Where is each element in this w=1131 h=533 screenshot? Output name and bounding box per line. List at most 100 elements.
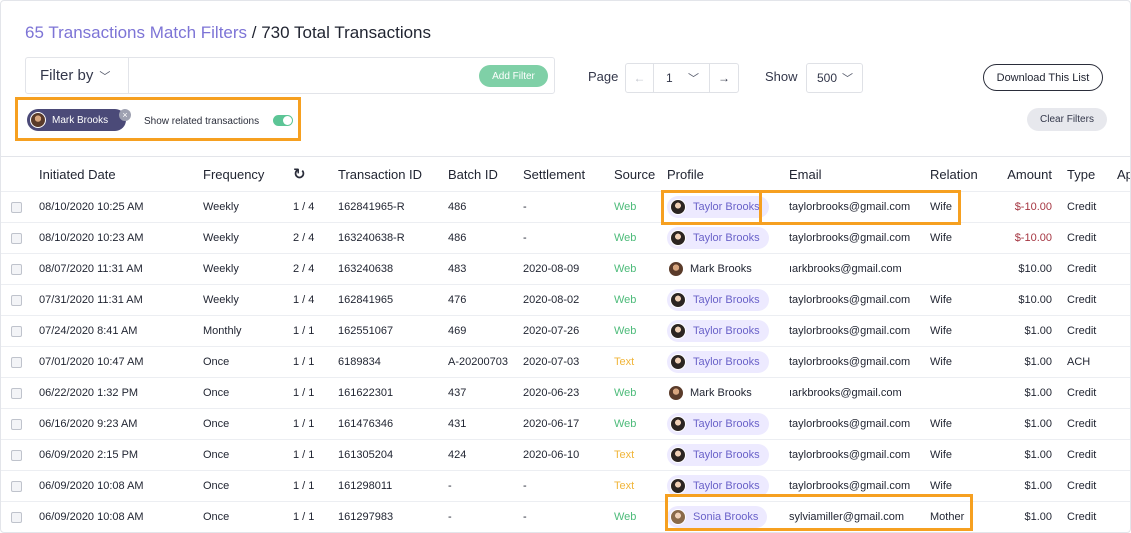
profile-pill[interactable]: Taylor Brooks (667, 413, 769, 435)
previous-page-button[interactable]: ← (626, 64, 654, 92)
cell-type: Credit (1067, 294, 1097, 306)
row-checkbox[interactable] (11, 232, 22, 244)
column-header-date[interactable]: Initiated Date (39, 157, 199, 191)
show-related-toggle[interactable] (273, 115, 293, 126)
profile-pill[interactable]: Taylor Brooks (667, 320, 769, 342)
table-row[interactable]: 06/09/2020 10:08 AM Once 1 / 1 161298011 - - T… (1, 471, 1130, 502)
cell-date: 08/07/2020 11:31 AM (39, 263, 143, 275)
profile-name[interactable]: Mark Brooks (667, 261, 752, 277)
row-checkbox-cell[interactable] (11, 440, 25, 470)
profile-pill[interactable]: Taylor Brooks (667, 351, 769, 373)
row-checkbox[interactable] (11, 201, 22, 213)
cell-iteration: 1 / 4 (293, 201, 315, 213)
clear-filters-button[interactable]: Clear Filters (1027, 108, 1107, 131)
row-checkbox-cell[interactable] (11, 254, 25, 284)
cell-relation: Wife (930, 449, 952, 461)
profile-pill[interactable]: Taylor Brooks (667, 475, 769, 497)
row-checkbox[interactable] (11, 356, 22, 368)
row-checkbox-cell[interactable] (11, 502, 25, 532)
profile-name[interactable]: Mark Brooks (667, 385, 752, 401)
row-checkbox-cell[interactable] (11, 471, 25, 501)
page-size-select[interactable]: 500 ﹀ (806, 63, 863, 93)
row-checkbox[interactable] (11, 387, 22, 399)
cell-batch-id: A-20200703 (448, 356, 508, 368)
row-checkbox[interactable] (11, 263, 22, 275)
column-header-email[interactable]: Email (789, 157, 927, 191)
filter-bar[interactable]: Filter by ﹀ Add Filter (25, 57, 555, 94)
cell-profile[interactable]: Sonia Brooks (667, 502, 785, 532)
table-row[interactable]: 08/10/2020 10:25 AM Weekly 1 / 4 162841965-… (1, 192, 1130, 223)
table-row[interactable]: 07/24/2020 8:41 AM Monthly 1 / 1 162551067 4… (1, 316, 1130, 347)
table-row[interactable]: 08/10/2020 10:23 AM Weekly 2 / 4 163240638-… (1, 223, 1130, 254)
row-checkbox-cell[interactable] (11, 347, 25, 377)
row-checkbox-cell[interactable] (11, 409, 25, 439)
cell-settlement: 2020-07-26 (523, 325, 580, 337)
profile-label: Taylor Brooks (693, 449, 760, 461)
cell-type: Credit (1067, 387, 1097, 399)
row-checkbox-cell[interactable] (11, 285, 25, 315)
row-checkbox-cell[interactable] (11, 378, 25, 408)
row-checkbox[interactable] (11, 480, 22, 492)
cell-relation (930, 378, 990, 408)
cell-iteration: 1 / 1 (293, 418, 315, 430)
column-header-transaction-id[interactable]: Transaction ID (338, 157, 443, 191)
cell-transaction-id: 161476346 (338, 418, 394, 430)
row-checkbox[interactable] (11, 325, 22, 337)
cell-profile[interactable]: Taylor Brooks (667, 192, 785, 222)
column-header-frequency[interactable]: Frequency (203, 157, 283, 191)
table-row[interactable]: 08/07/2020 11:31 AM Weekly 2 / 4 163240638 4… (1, 254, 1130, 285)
column-header-relation[interactable]: Relation (930, 157, 990, 191)
table-row[interactable]: 06/16/2020 9:23 AM Once 1 / 1 161476346 431 2… (1, 409, 1130, 440)
cell-profile[interactable]: Mark Brooks (667, 378, 785, 408)
download-list-button[interactable]: Download This List (983, 64, 1103, 91)
profile-pill[interactable]: Sonia Brooks (667, 506, 768, 528)
table-row[interactable]: 06/09/2020 10:08 AM Once 1 / 1 161297983 - - W… (1, 502, 1130, 532)
cell-profile[interactable]: Taylor Brooks (667, 409, 785, 439)
column-header-batch-id[interactable]: Batch ID (448, 157, 520, 191)
cell-source: Web (614, 387, 637, 399)
column-header-profile[interactable]: Profile (667, 157, 785, 191)
filter-chip-mark-brooks[interactable]: Mark Brooks (27, 109, 126, 131)
avatar (670, 354, 686, 370)
profile-pill[interactable]: Taylor Brooks (667, 289, 769, 311)
filter-by-dropdown[interactable]: Filter by ﹀ (26, 58, 129, 93)
column-header-type[interactable]: Type (1067, 157, 1115, 191)
match-count: 65 Transactions Match Filters (25, 23, 248, 42)
table-row[interactable]: 06/09/2020 2:15 PM Once 1 / 1 161305204 424 2… (1, 440, 1130, 471)
remove-filter-icon[interactable]: × (119, 109, 131, 121)
cell-date: 08/10/2020 10:25 AM (39, 201, 144, 213)
cell-settlement: 2020-06-10 (523, 449, 580, 461)
table-row[interactable]: 07/01/2020 10:47 AM Once 1 / 1 6189834 A-202… (1, 347, 1130, 378)
cell-settlement: - (523, 201, 527, 213)
row-checkbox[interactable] (11, 294, 22, 306)
cell-profile[interactable]: Taylor Brooks (667, 347, 785, 377)
cell-profile[interactable]: Mark Brooks (667, 254, 785, 284)
cell-profile[interactable]: Taylor Brooks (667, 285, 785, 315)
cell-relation: Wife (930, 201, 952, 213)
cell-profile[interactable]: Taylor Brooks (667, 471, 785, 501)
column-header-more[interactable]: Ap (1117, 157, 1130, 191)
column-header-amount[interactable]: Amount (991, 157, 1052, 191)
column-header-source[interactable]: Source (614, 157, 666, 191)
next-page-button[interactable]: → (710, 64, 738, 92)
profile-pill[interactable]: Taylor Brooks (667, 196, 769, 218)
row-checkbox[interactable] (11, 418, 22, 430)
cell-transaction-id: 162841965 (338, 294, 394, 306)
row-checkbox-cell[interactable] (11, 192, 25, 222)
row-checkbox[interactable] (11, 449, 22, 461)
cell-profile[interactable]: Taylor Brooks (667, 316, 785, 346)
add-filter-button[interactable]: Add Filter (479, 65, 548, 87)
row-checkbox[interactable] (11, 511, 22, 523)
profile-pill[interactable]: Taylor Brooks (667, 444, 769, 466)
table-row[interactable]: 07/31/2020 11:31 AM Weekly 1 / 4 162841965 4… (1, 285, 1130, 316)
profile-pill[interactable]: Taylor Brooks (667, 227, 769, 249)
row-checkbox-cell[interactable] (11, 316, 25, 346)
page-number-select[interactable]: 1 ﹀ (654, 64, 710, 92)
table-row[interactable]: 06/22/2020 1:32 PM Once 1 / 1 161622301 437 2… (1, 378, 1130, 409)
cell-profile[interactable]: Taylor Brooks (667, 440, 785, 470)
cell-settlement: 2020-08-09 (523, 263, 580, 275)
column-header-settlement[interactable]: Settlement (523, 157, 611, 191)
column-header-iteration[interactable]: ↻ (293, 157, 333, 191)
cell-profile[interactable]: Taylor Brooks (667, 223, 785, 253)
row-checkbox-cell[interactable] (11, 223, 25, 253)
